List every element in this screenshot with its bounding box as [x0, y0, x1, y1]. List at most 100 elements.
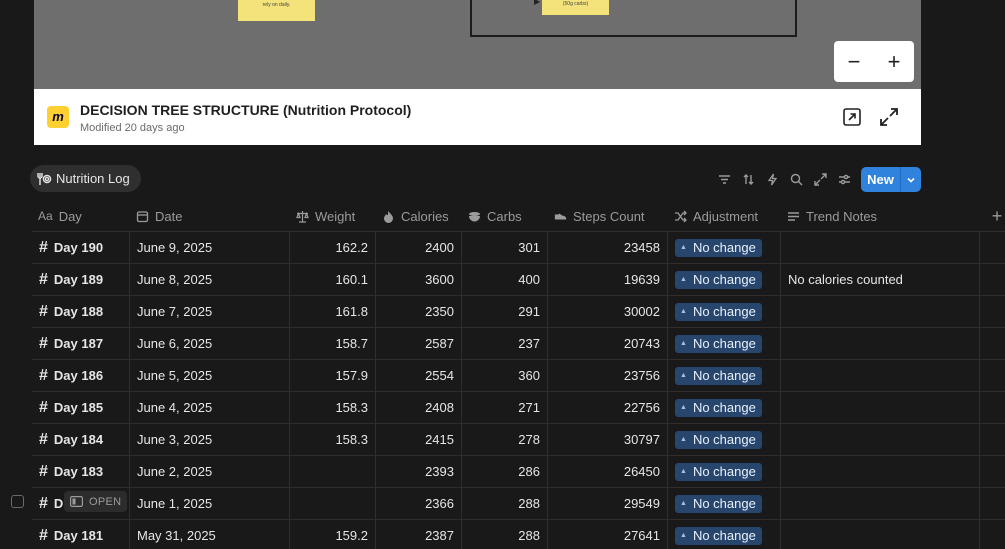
new-record-button[interactable]: New: [861, 167, 921, 192]
cell-day[interactable]: # Day 185: [32, 392, 130, 423]
cell-adjustment[interactable]: ▲ No change: [668, 424, 781, 455]
table-row[interactable]: # Day 189 June 8, 2025 160.1 3600 400 19…: [32, 264, 1005, 296]
cell-weight[interactable]: 158.3: [290, 392, 376, 423]
cell-date[interactable]: May 31, 2025: [130, 520, 290, 549]
cell-weight[interactable]: 157.9: [290, 360, 376, 391]
cell-adjustment[interactable]: ▲ No change: [668, 264, 781, 295]
cell-date[interactable]: June 1, 2025: [130, 488, 290, 519]
column-header-weight[interactable]: Weight: [290, 200, 355, 232]
column-header-trend-notes[interactable]: Trend Notes: [781, 200, 877, 232]
column-header-carbs[interactable]: Carbs: [462, 200, 522, 232]
cell-carbs[interactable]: 360: [462, 360, 548, 391]
cell-day[interactable]: # Day 183: [32, 456, 130, 487]
search-icon[interactable]: [784, 168, 808, 190]
cell-carbs[interactable]: 301: [462, 232, 548, 263]
fullscreen-icon[interactable]: [878, 106, 900, 128]
cell-adjustment[interactable]: ▲ No change: [668, 520, 781, 549]
table-row[interactable]: # D June 1, 2025 2366 288 29549 ▲ No cha…: [32, 488, 1005, 520]
chevron-down-icon[interactable]: [900, 167, 921, 192]
cell-trend-notes[interactable]: [781, 488, 980, 519]
cell-calories[interactable]: 2408: [376, 392, 462, 423]
row-checkbox[interactable]: [11, 495, 24, 508]
cell-steps[interactable]: 27641: [548, 520, 668, 549]
add-column-button[interactable]: +: [987, 200, 1005, 232]
zoom-in-button[interactable]: +: [879, 50, 909, 73]
cell-carbs[interactable]: 278: [462, 424, 548, 455]
cell-weight[interactable]: [290, 488, 376, 519]
cell-trend-notes[interactable]: [781, 392, 980, 423]
cell-date[interactable]: June 4, 2025: [130, 392, 290, 423]
cell-date[interactable]: June 7, 2025: [130, 296, 290, 327]
table-row[interactable]: # Day 188 June 7, 2025 161.8 2350 291 30…: [32, 296, 1005, 328]
cell-carbs[interactable]: 288: [462, 520, 548, 549]
cell-date[interactable]: June 8, 2025: [130, 264, 290, 295]
table-row[interactable]: # Day 184 June 3, 2025 158.3 2415 278 30…: [32, 424, 1005, 456]
cell-date[interactable]: June 9, 2025: [130, 232, 290, 263]
cell-steps[interactable]: 20743: [548, 328, 668, 359]
column-header-adjustment[interactable]: Adjustment: [668, 200, 758, 232]
cell-carbs[interactable]: 271: [462, 392, 548, 423]
cell-adjustment[interactable]: ▲ No change: [668, 456, 781, 487]
filter-icon[interactable]: [712, 168, 736, 190]
cell-trend-notes[interactable]: [781, 456, 980, 487]
cell-day[interactable]: # Day 187: [32, 328, 130, 359]
cell-weight[interactable]: 160.1: [290, 264, 376, 295]
cell-steps[interactable]: 30002: [548, 296, 668, 327]
cell-trend-notes[interactable]: [781, 360, 980, 391]
cell-steps[interactable]: 26450: [548, 456, 668, 487]
cell-calories[interactable]: 2366: [376, 488, 462, 519]
table-row[interactable]: # Day 186 June 5, 2025 157.9 2554 360 23…: [32, 360, 1005, 392]
cell-weight[interactable]: 162.2: [290, 232, 376, 263]
cell-weight[interactable]: 159.2: [290, 520, 376, 549]
board-canvas[interactable]: rely on daily. ▶ (50g carbs) − +: [34, 0, 921, 89]
cell-steps[interactable]: 30797: [548, 424, 668, 455]
cell-calories[interactable]: 2350: [376, 296, 462, 327]
table-row[interactable]: # Day 183 June 2, 2025 2393 286 26450 ▲ …: [32, 456, 1005, 488]
column-header-steps[interactable]: Steps Count: [548, 200, 645, 232]
cell-steps[interactable]: 29549: [548, 488, 668, 519]
cell-adjustment[interactable]: ▲ No change: [668, 392, 781, 423]
sticky-note[interactable]: rely on daily.: [238, 0, 315, 21]
cell-adjustment[interactable]: ▲ No change: [668, 360, 781, 391]
column-header-day[interactable]: Aa Day: [32, 200, 82, 232]
zoom-out-button[interactable]: −: [839, 50, 869, 73]
cell-day[interactable]: # Day 190: [32, 232, 130, 263]
cell-day[interactable]: # Day 189: [32, 264, 130, 295]
table-row[interactable]: # Day 181 May 31, 2025 159.2 2387 288 27…: [32, 520, 1005, 549]
cell-calories[interactable]: 3600: [376, 264, 462, 295]
cell-trend-notes[interactable]: No calories counted: [781, 264, 980, 295]
cell-date[interactable]: June 2, 2025: [130, 456, 290, 487]
sticky-note[interactable]: (50g carbs): [542, 0, 609, 15]
open-row-button[interactable]: OPEN: [64, 491, 128, 512]
cell-calories[interactable]: 2587: [376, 328, 462, 359]
cell-weight[interactable]: 158.3: [290, 424, 376, 455]
cell-adjustment[interactable]: ▲ No change: [668, 296, 781, 327]
expand-view-icon[interactable]: [808, 168, 832, 190]
cell-weight[interactable]: 161.8: [290, 296, 376, 327]
cell-calories[interactable]: 2415: [376, 424, 462, 455]
table-row[interactable]: # Day 185 June 4, 2025 158.3 2408 271 22…: [32, 392, 1005, 424]
cell-calories[interactable]: 2387: [376, 520, 462, 549]
cell-steps[interactable]: 19639: [548, 264, 668, 295]
cell-carbs[interactable]: 288: [462, 488, 548, 519]
open-external-icon[interactable]: [841, 106, 863, 128]
cell-date[interactable]: June 5, 2025: [130, 360, 290, 391]
cell-day[interactable]: # Day 184: [32, 424, 130, 455]
cell-trend-notes[interactable]: [781, 424, 980, 455]
sort-icon[interactable]: [736, 168, 760, 190]
cell-steps[interactable]: 23458: [548, 232, 668, 263]
cell-date[interactable]: June 3, 2025: [130, 424, 290, 455]
cell-adjustment[interactable]: ▲ No change: [668, 232, 781, 263]
cell-carbs[interactable]: 400: [462, 264, 548, 295]
cell-day[interactable]: # Day 181: [32, 520, 130, 549]
cell-carbs[interactable]: 286: [462, 456, 548, 487]
cell-calories[interactable]: 2393: [376, 456, 462, 487]
cell-steps[interactable]: 22756: [548, 392, 668, 423]
cell-trend-notes[interactable]: [781, 296, 980, 327]
cell-trend-notes[interactable]: [781, 232, 980, 263]
cell-calories[interactable]: 2400: [376, 232, 462, 263]
column-header-calories[interactable]: Calories: [376, 200, 449, 232]
table-row[interactable]: # Day 187 June 6, 2025 158.7 2587 237 20…: [32, 328, 1005, 360]
automation-lightning-icon[interactable]: [760, 168, 784, 190]
settings-sliders-icon[interactable]: [832, 168, 856, 190]
